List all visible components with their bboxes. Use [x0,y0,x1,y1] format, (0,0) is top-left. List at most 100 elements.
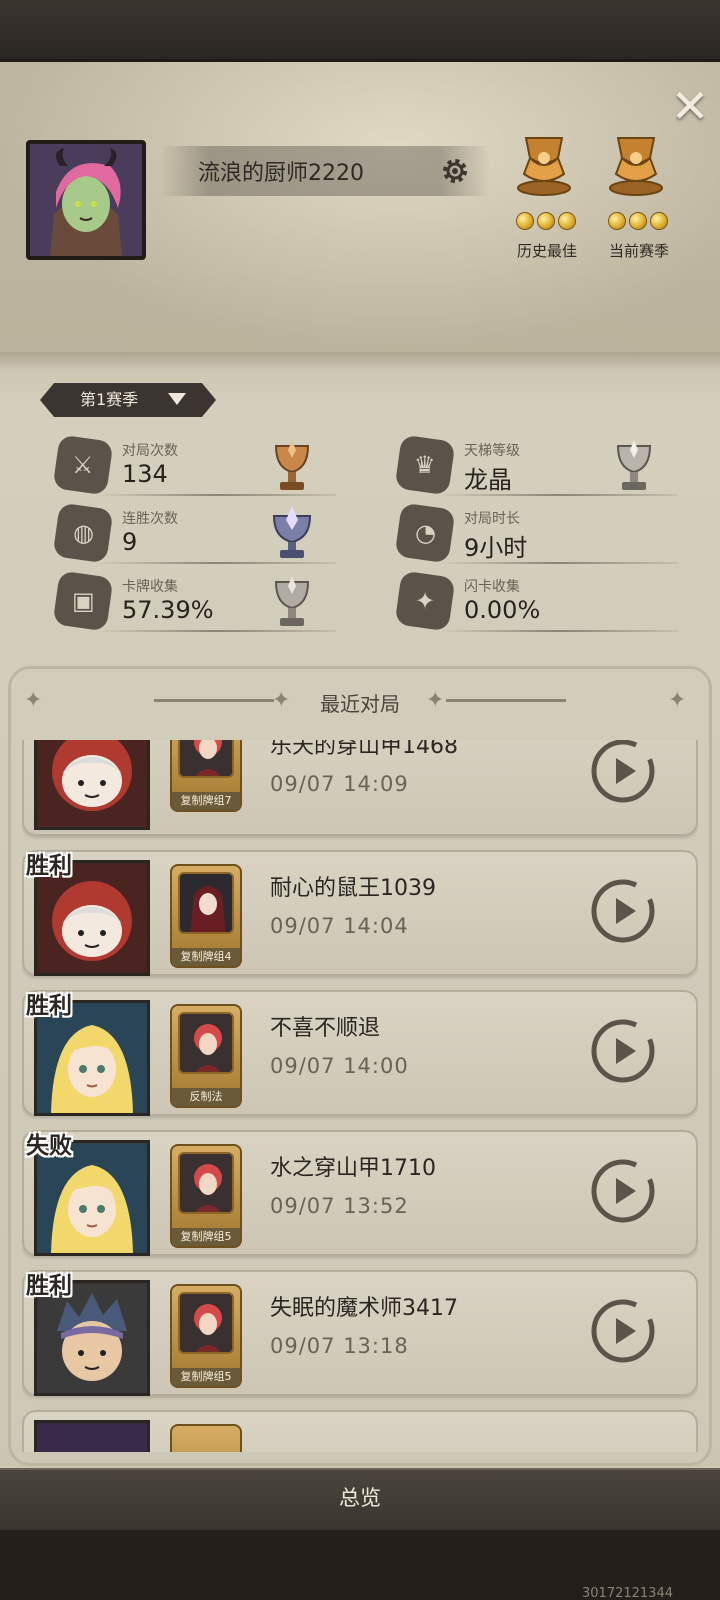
divider [446,699,566,702]
stat-shiny-collection: ✦ 闪卡收集 0.00% [394,570,698,634]
best-rank-stars [516,212,576,230]
stat-value: 0.00% [464,596,541,624]
season-dropdown[interactable]: 第1赛季 [40,383,216,417]
opponent-name: 乐天的穿山甲1468 [270,740,458,759]
match-result: 胜利 [26,1273,72,1299]
deck-name: 复制牌组7 [172,792,240,810]
sparkle-icon: ✦ [668,688,687,713]
match-row[interactable]: 胜利 反制法 不喜不顺退 09/07 14:00 [22,990,698,1116]
stat-value: 9小时 [464,534,528,562]
divider [438,630,678,632]
deck-hero-portrait [178,1292,234,1354]
deck-card[interactable]: 复制牌组5 [170,1144,242,1248]
match-row[interactable]: 失败 复制牌组5 水之穿山甲1710 09/07 13:52 [22,1130,698,1256]
best-rank-label: 历史最佳 [516,242,577,260]
deck-name: 反制法 [172,1088,240,1106]
stat-label: 对局次数 [122,443,178,459]
stat-label: 卡牌收集 [122,579,178,595]
deck-card[interactable] [170,1424,242,1452]
match-time: 09/07 13:52 [270,1194,409,1218]
deck-hero-portrait [178,1152,234,1214]
shiny-card-icon: ✦ [394,570,456,632]
match-row[interactable] [22,1410,698,1452]
streak-shield-icon: ◍ [52,502,114,564]
stat-games-played: ⚔ 对局次数 134 [52,434,356,498]
close-button[interactable]: ✕ [666,83,714,132]
current-rank-trophy-icon[interactable] [600,128,672,224]
stat-value: 57.39% [122,596,214,624]
stat-win-streak: ◍ 连胜次数 9 [52,502,356,566]
player-avatar[interactable] [26,140,146,260]
stat-label: 天梯等级 [464,443,520,459]
stat-card-collection: ▣ 卡牌收集 57.39% [52,570,356,634]
match-result: 胜利 [26,853,72,879]
stat-value: 龙晶 [464,466,512,494]
crystal-cup-icon [272,506,312,558]
match-time: 09/07 14:00 [270,1054,409,1078]
deck-hero-portrait [178,1012,234,1074]
divider [96,494,336,496]
bronze-cup-icon [274,440,310,490]
player-name: 流浪的厨师2220 [198,161,364,186]
match-time: 09/07 13:18 [270,1334,409,1358]
best-rank-trophy-icon[interactable] [508,128,580,224]
deck-hero-portrait [178,740,234,778]
deck-card[interactable]: 复制牌组5 [170,1284,242,1388]
divider [96,630,336,632]
opponent-name: 不喜不顺退 [270,1016,381,1041]
match-time: 09/07 14:04 [270,914,409,938]
watermark-text: 30172121344 [582,1586,673,1600]
replay-play-icon[interactable] [590,1298,656,1364]
tab-overview[interactable]: 总览 [0,1482,720,1512]
card-icon: ▣ [52,570,114,632]
season-dropdown-label: 第1赛季 [80,390,139,409]
stat-ladder-rank: ♛ 天梯等级 龙晶 [394,434,698,498]
sparkle-icon: ✦ [426,688,445,713]
match-row[interactable]: 失败 复制牌组7 乐天的穿山甲1468 09/07 14:09 [22,740,698,836]
opponent-avatar [34,740,150,830]
match-row[interactable]: 胜利 复制牌组4 耐心的鼠王1039 09/07 14:04 [22,850,698,976]
stat-play-time: ◔ 对局时长 9小时 [394,502,698,566]
stat-label: 连胜次数 [122,511,178,527]
deck-hero-portrait [178,872,234,934]
current-rank-label: 当前赛季 [608,242,669,260]
deck-name: 复制牌组5 [172,1228,240,1246]
deck-card[interactable]: 反制法 [170,1004,242,1108]
divider [438,562,678,564]
silver-cup-icon [274,576,310,626]
top-frame [0,0,720,62]
divider [438,494,678,496]
stat-value: 134 [122,460,168,488]
stat-label: 对局时长 [464,511,520,527]
settings-gear-icon[interactable] [440,156,470,186]
current-rank-stars [608,212,668,230]
replay-play-icon[interactable] [590,1158,656,1224]
recent-matches-list[interactable]: 失败 复制牌组7 乐天的穿山甲1468 09/07 14:09 [22,740,698,1452]
chevron-down-icon[interactable] [168,393,186,405]
match-row[interactable]: 胜利 复制牌组5 失眠的魔术师3417 09/07 13:18 [22,1270,698,1396]
recent-matches-title: 最近对局 [320,692,400,716]
match-time: 09/07 14:09 [270,772,409,796]
silver-cup-icon [616,440,652,490]
match-result: 胜利 [26,993,72,1019]
deck-card[interactable]: 复制牌组4 [170,864,242,968]
match-result: 失败 [26,1133,72,1159]
replay-play-icon[interactable] [590,878,656,944]
deck-name: 复制牌组4 [172,948,240,966]
panel-divider [0,352,720,370]
player-avatar-image [30,144,142,256]
clock-icon: ◔ [394,502,456,564]
deck-card[interactable]: 复制牌组7 [170,740,242,812]
stat-value: 9 [122,528,138,556]
divider [96,562,336,564]
stat-label: 闪卡收集 [464,579,520,595]
opponent-name: 失眠的魔术师3417 [270,1296,458,1321]
opponent-name: 水之穿山甲1710 [270,1156,436,1181]
opponent-avatar [34,1420,150,1452]
crossed-swords-icon: ⚔ [52,434,114,496]
replay-play-icon[interactable] [590,1018,656,1084]
opponent-name: 耐心的鼠王1039 [270,876,436,901]
crown-icon: ♛ [394,434,456,496]
deck-name: 复制牌组5 [172,1368,240,1386]
replay-play-icon[interactable] [590,740,656,804]
